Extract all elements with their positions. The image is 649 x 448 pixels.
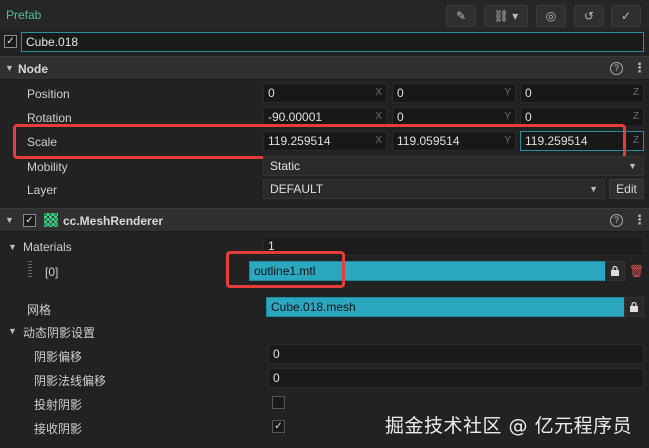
apply-icon: ✓: [620, 9, 632, 23]
shadow-normal-bias-label: 阴影法线偏移: [34, 374, 107, 388]
scale-x-input[interactable]: 119.259514 X: [263, 131, 387, 151]
mesh-asset-field[interactable]: Cube.018.mesh: [266, 297, 625, 317]
mesh-renderer-title: cc.MeshRenderer: [63, 214, 164, 228]
shadow-normal-bias-input[interactable]: 0: [268, 368, 644, 388]
cast-shadow-label: 投射阴影: [34, 398, 83, 412]
material-index-label: [0]: [45, 265, 59, 279]
more-menu-icon[interactable]: ⋮: [633, 212, 646, 228]
layer-label: Layer: [27, 183, 58, 197]
shadow-settings-label: 动态阴影设置: [23, 326, 96, 340]
edit-icon: ✎: [455, 9, 467, 23]
shadow-bias-label: 阴影偏移: [34, 350, 83, 364]
edit-prefab-button[interactable]: ✎: [446, 5, 476, 27]
locate-icon: ◎: [545, 9, 557, 23]
apply-prefab-button[interactable]: ✓: [611, 5, 641, 27]
scale-label: Scale: [27, 135, 58, 149]
rotation-label: Rotation: [27, 111, 72, 125]
chevron-down-icon: ▼: [628, 161, 637, 171]
chevron-down-icon: ▼: [5, 63, 14, 73]
receive-shadow-checkbox[interactable]: ✓: [272, 420, 285, 433]
chevron-down-icon: ▼: [5, 215, 14, 225]
layer-select[interactable]: DEFAULT ▼: [263, 179, 605, 199]
locate-prefab-button[interactable]: ◎: [536, 5, 566, 27]
chevron-down-icon[interactable]: ▼: [8, 326, 17, 336]
more-menu-icon[interactable]: ⋮: [633, 60, 646, 76]
unlink-prefab-button[interactable]: ⛓ ▾: [484, 5, 528, 27]
mobility-label: Mobility: [27, 160, 68, 174]
mobility-select[interactable]: Static ▼: [263, 156, 644, 176]
position-x-input[interactable]: 0X: [263, 83, 387, 103]
shadow-bias-input[interactable]: 0: [268, 344, 644, 364]
help-icon[interactable]: ?: [610, 214, 623, 227]
rotation-x-input[interactable]: -90.00001 X: [263, 107, 387, 127]
layer-edit-button[interactable]: Edit: [609, 179, 644, 199]
mesh-renderer-section-header[interactable]: ▼ ✓ cc.MeshRenderer ? ⋮: [0, 208, 649, 232]
node-section-title: Node: [18, 62, 48, 76]
mesh-renderer-enabled-checkbox[interactable]: ✓: [23, 214, 36, 227]
mesh-label: 网格: [27, 303, 52, 317]
receive-shadow-label: 接收阴影: [34, 422, 83, 436]
chevron-down-icon[interactable]: ▼: [8, 242, 17, 252]
component-grid-icon: [44, 213, 58, 227]
materials-label: Materials: [23, 240, 72, 254]
lock-icon[interactable]: [624, 297, 644, 317]
rotation-z-input[interactable]: 0Z: [520, 107, 644, 127]
position-y-input[interactable]: 0Y: [392, 83, 516, 103]
drag-handle[interactable]: [28, 261, 32, 279]
revert-prefab-button[interactable]: ↺: [574, 5, 604, 27]
node-active-checkbox[interactable]: ✓: [4, 35, 17, 48]
lock-icon[interactable]: [605, 261, 625, 281]
prefab-bar: Prefab ✎ ⛓ ▾ ◎ ↺ ✓: [0, 0, 649, 30]
scale-z-input[interactable]: 119.259514 Z: [520, 131, 644, 151]
watermark-text: 掘金技术社区 @ 亿元程序员: [385, 415, 633, 437]
prefab-label: Prefab: [6, 8, 42, 22]
position-label: Position: [27, 87, 70, 101]
materials-count-input[interactable]: 1: [263, 236, 644, 256]
delete-icon[interactable]: 🗑: [629, 264, 644, 278]
rotation-y-input[interactable]: 0Y: [392, 107, 516, 127]
scale-y-input[interactable]: 119.059514 Y: [392, 131, 516, 151]
unlink-icon: ⛓ ▾: [493, 9, 519, 23]
chevron-down-icon: ▼: [589, 184, 598, 194]
position-z-input[interactable]: 0Z: [520, 83, 644, 103]
node-section-header[interactable]: ▼ Node ? ⋮: [0, 56, 649, 80]
cast-shadow-checkbox[interactable]: [272, 396, 285, 409]
node-name-input[interactable]: Cube.018: [21, 32, 644, 52]
help-icon[interactable]: ?: [610, 62, 623, 75]
material-asset-field[interactable]: outline1.mtl: [249, 261, 606, 281]
revert-icon: ↺: [583, 9, 595, 23]
